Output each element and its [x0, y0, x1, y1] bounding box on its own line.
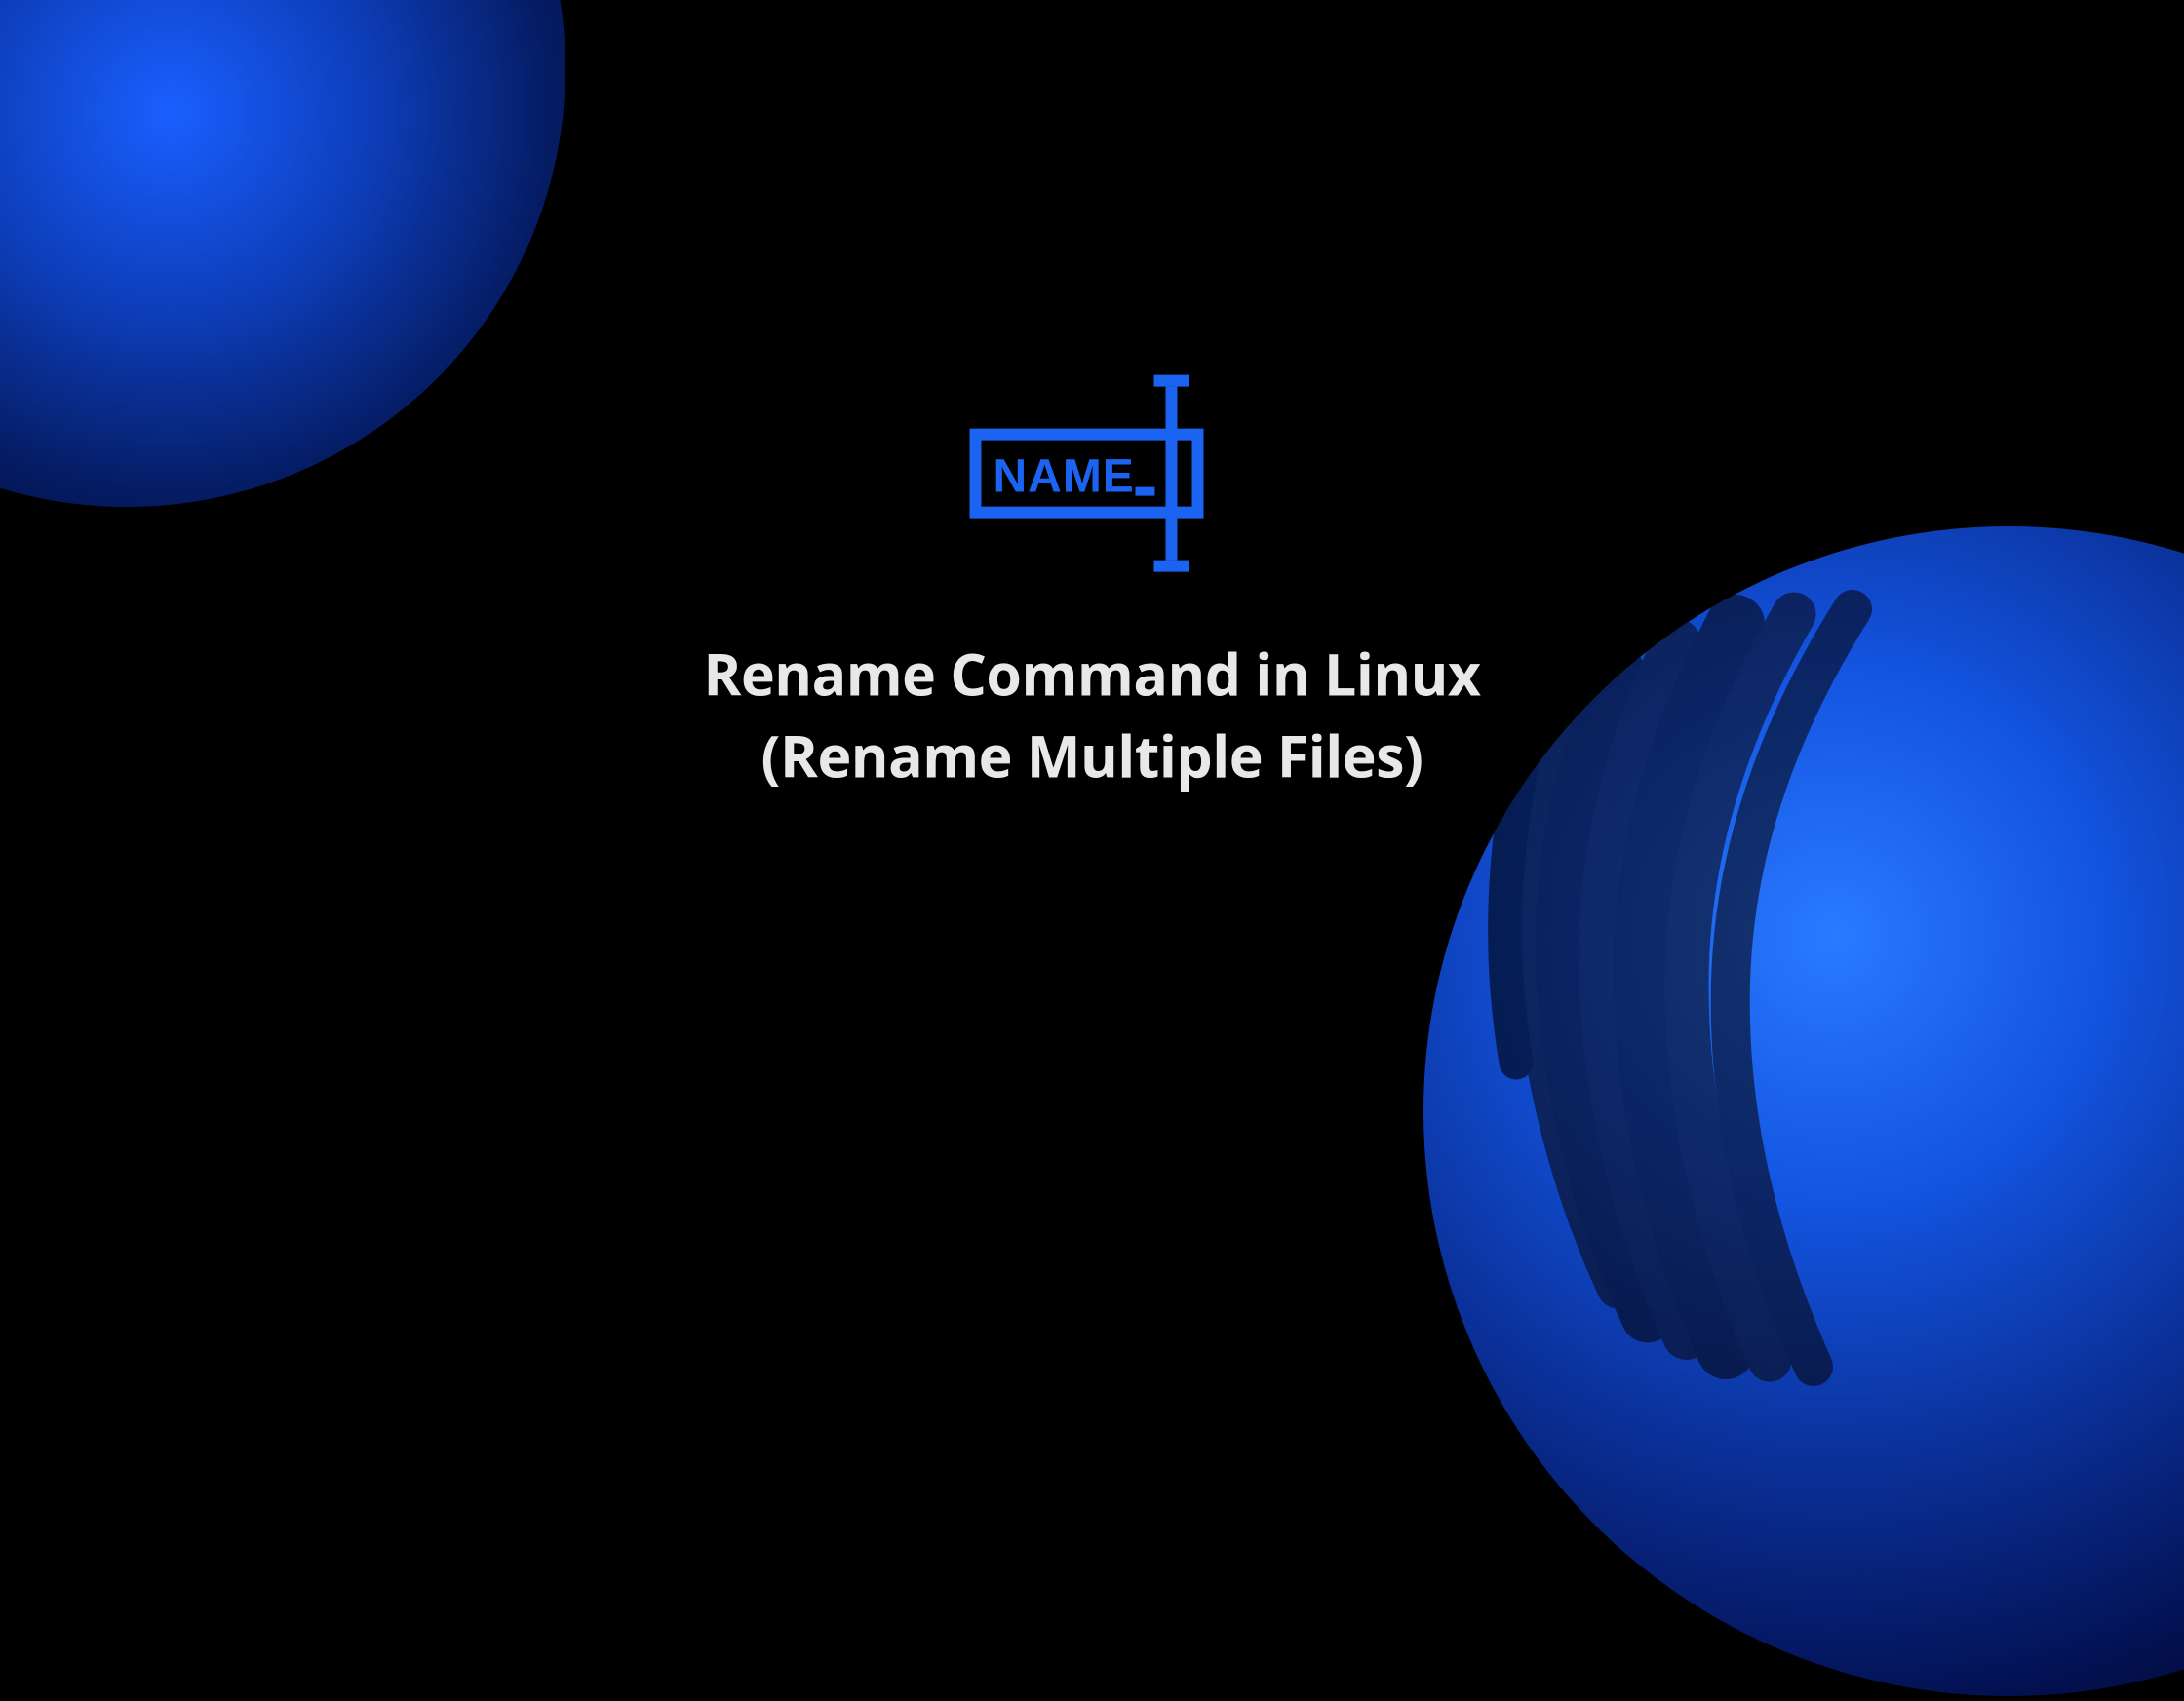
decorative-orb-bottom-right: [1424, 526, 2184, 1696]
title-line-1: Rename Command in Linux: [703, 636, 1480, 714]
page-title: Rename Command in Linux (Rename Multiple…: [703, 635, 1480, 798]
svg-text:NAME: NAME: [993, 451, 1134, 503]
decorative-orb-top-left: [0, 0, 566, 507]
main-content: NAME Rename Command in Linux (Rename Mul…: [703, 371, 1480, 798]
title-line-2: (Rename Multiple Files): [761, 716, 1424, 794]
rename-icon: NAME: [952, 371, 1232, 581]
